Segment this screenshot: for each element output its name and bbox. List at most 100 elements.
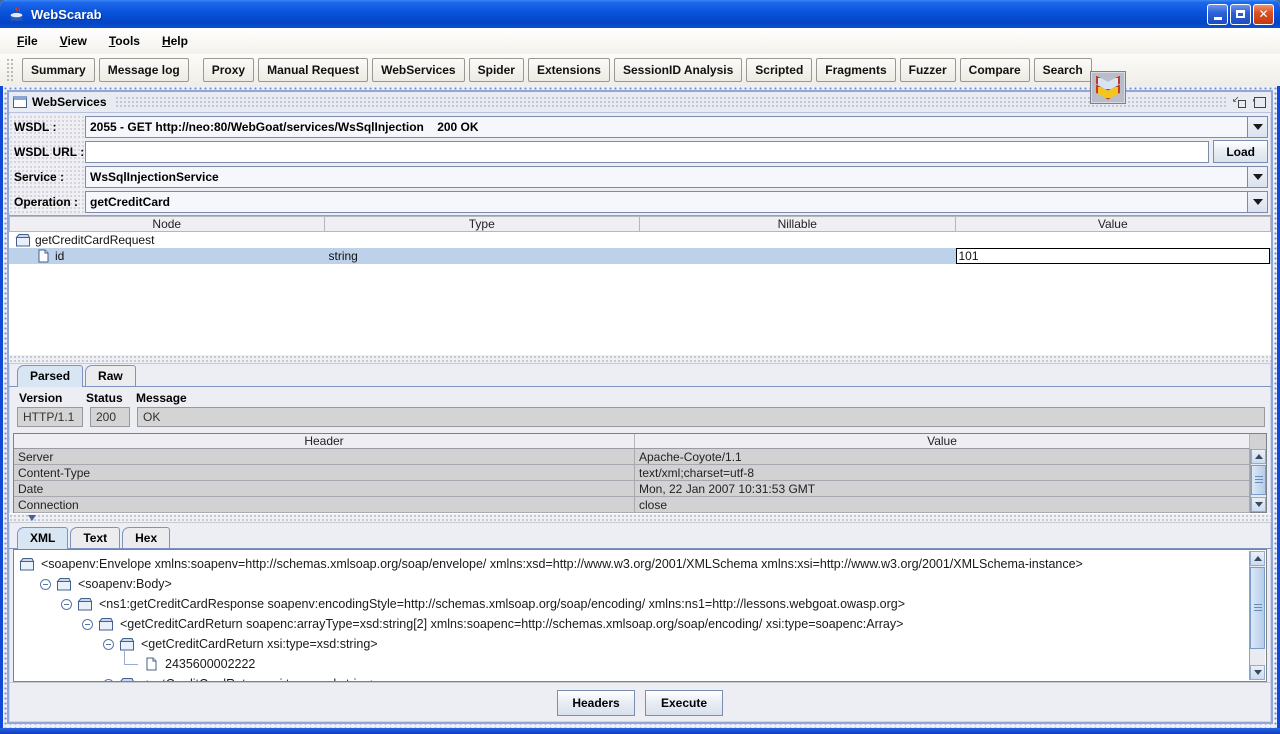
column-header-header[interactable]: Header [14,434,635,449]
split-divider-2[interactable] [9,513,1271,523]
headers-table-scrollbar[interactable] [1250,449,1266,512]
tree-node[interactable]: <soapenv:Envelope xmlns:soapenv=http://s… [15,554,1249,574]
wsdl-combobox[interactable]: 2055 - GET http://neo:80/WebGoat/service… [85,116,1268,138]
double-chevron-icon [1090,71,1126,104]
folder-icon [15,233,31,247]
service-dropdown-button[interactable] [1247,167,1267,187]
tree-node-text: <getCreditCardReturn soapenc:arrayType=x… [120,617,903,631]
tree-node[interactable]: <ns1:getCreditCardResponse soapenv:encod… [15,594,1249,614]
tree-expand-handle[interactable] [40,579,51,590]
status-line-panel: Version Status Message HTTP/1.1 200 OK [9,387,1271,431]
value-cell[interactable]: 101 [956,248,1272,264]
table-row[interactable]: Content-Typetext/xml;charset=utf-8 [14,465,1266,481]
chevron-down-icon [1253,124,1263,130]
tree-expand-handle[interactable] [103,639,114,650]
toolbar-button-compare[interactable]: Compare [960,58,1030,82]
type-cell: string [325,248,641,264]
service-combobox[interactable]: WsSqlInjectionService [85,166,1268,188]
tab-hex[interactable]: Hex [122,527,170,548]
column-header-node[interactable]: Node [9,216,325,232]
divider-collapse-down-icon[interactable] [28,515,36,521]
node-name: getCreditCardRequest [35,233,154,247]
title-bar[interactable]: WebScarab ✕ [0,0,1280,28]
node-cell[interactable]: id [9,248,325,264]
column-header-type[interactable]: Type [325,216,641,232]
tab-parsed[interactable]: Parsed [17,365,83,387]
window-title: WebScarab [31,7,1207,22]
scroll-up-button[interactable] [1250,551,1265,566]
execute-button[interactable]: Execute [645,690,723,716]
headers-button[interactable]: Headers [557,690,635,716]
toolbar-grip[interactable] [6,58,15,82]
tree-node[interactable]: <getCreditCardReturn xsi:type=xsd:string… [15,634,1249,654]
minimize-button[interactable] [1207,4,1228,25]
toolbar-button-webservices[interactable]: WebServices [372,58,465,82]
toolbar-button-scripted[interactable]: Scripted [746,58,812,82]
toolbar-button-summary[interactable]: Summary [22,58,95,82]
menu-file[interactable]: File [8,31,47,51]
tree-expand-handle[interactable] [61,599,72,610]
load-button[interactable]: Load [1213,140,1268,163]
wsdl-selected-value: 2055 - GET http://neo:80/WebGoat/service… [86,117,1247,137]
webservices-internal-frame: WebServices ↙ ↙ WSDL : 2055 - GET http:/… [7,90,1273,724]
folder-icon [77,597,93,611]
toolbar-button-proxy[interactable]: Proxy [203,58,254,82]
tree-expand-handle[interactable] [103,679,114,683]
scrollbar-thumb[interactable] [1250,567,1265,649]
table-row[interactable]: getCreditCardRequest [9,232,1271,248]
header-name-cell: Content-Type [14,465,635,481]
scroll-up-button[interactable] [1251,449,1266,464]
value-cell[interactable] [956,232,1272,248]
frame-maximize-icon[interactable]: ↙ [1252,95,1267,109]
tree-node[interactable]: <getCreditCardReturn xsi:type=xsd:string… [15,674,1249,682]
column-header-value[interactable]: Value [635,434,1250,449]
close-button[interactable]: ✕ [1253,4,1274,25]
toolbar-button-fuzzer[interactable]: Fuzzer [900,58,956,82]
menu-view[interactable]: View [51,31,96,51]
header-value-cell: close [635,497,1250,513]
frame-icon [13,96,27,108]
maximize-button[interactable] [1230,4,1251,25]
table-row[interactable]: ServerApache-Coyote/1.1 [14,449,1266,465]
node-name: id [55,249,64,263]
xml-tree-scrollbar[interactable] [1249,551,1265,680]
table-row[interactable]: Connectionclose [14,497,1266,513]
tree-node[interactable]: <soapenv:Body> [15,574,1249,594]
scroll-down-button[interactable] [1251,497,1266,512]
tree-node[interactable]: <getCreditCardReturn soapenc:arrayType=x… [15,614,1249,634]
wsdl-dropdown-button[interactable] [1247,117,1267,137]
tab-raw[interactable]: Raw [85,365,136,386]
frame-minimize-icon[interactable]: ↙ [1232,95,1247,109]
node-cell[interactable]: getCreditCardRequest [9,232,325,248]
toolbar-button-spider[interactable]: Spider [469,58,524,82]
toolbar-button-fragments[interactable]: Fragments [816,58,895,82]
toolbar-button-search[interactable]: Search [1034,58,1092,82]
menu-tools[interactable]: Tools [100,31,149,51]
tree-node-text: <getCreditCardReturn xsi:type=xsd:string… [141,677,378,682]
tree-connector-line [124,651,138,665]
tree-expand-handle[interactable] [82,619,93,630]
table-row[interactable]: DateMon, 22 Jan 2007 10:31:53 GMT [14,481,1266,497]
toolbar-button-manual-request[interactable]: Manual Request [258,58,368,82]
menu-help[interactable]: Help [153,31,197,51]
toolbar-button-message-log[interactable]: Message log [99,58,189,82]
header-name-cell: Server [14,449,635,465]
tab-text[interactable]: Text [70,527,120,548]
operation-combobox[interactable]: getCreditCard [85,191,1268,213]
internal-frame-title-bar[interactable]: WebServices ↙ ↙ [9,92,1271,113]
nillable-cell [640,248,956,264]
scrollbar-thumb[interactable] [1251,465,1266,495]
table-row[interactable]: id string 101 [9,248,1271,264]
toolbar-button-extensions[interactable]: Extensions [528,58,610,82]
tab-xml[interactable]: XML [17,527,68,549]
operation-dropdown-button[interactable] [1247,192,1267,212]
wsdl-url-input[interactable] [85,141,1209,163]
scroll-down-button[interactable] [1250,665,1265,680]
toolbar-button-sessionid-analysis[interactable]: SessionID Analysis [614,58,742,82]
column-header-nillable[interactable]: Nillable [640,216,956,232]
operation-label: Operation : [9,190,85,213]
column-header-value[interactable]: Value [956,216,1272,232]
split-divider[interactable] [9,354,1271,364]
value-editor-input[interactable]: 101 [956,248,1271,264]
tree-node[interactable]: 2435600002222 [15,654,1249,674]
